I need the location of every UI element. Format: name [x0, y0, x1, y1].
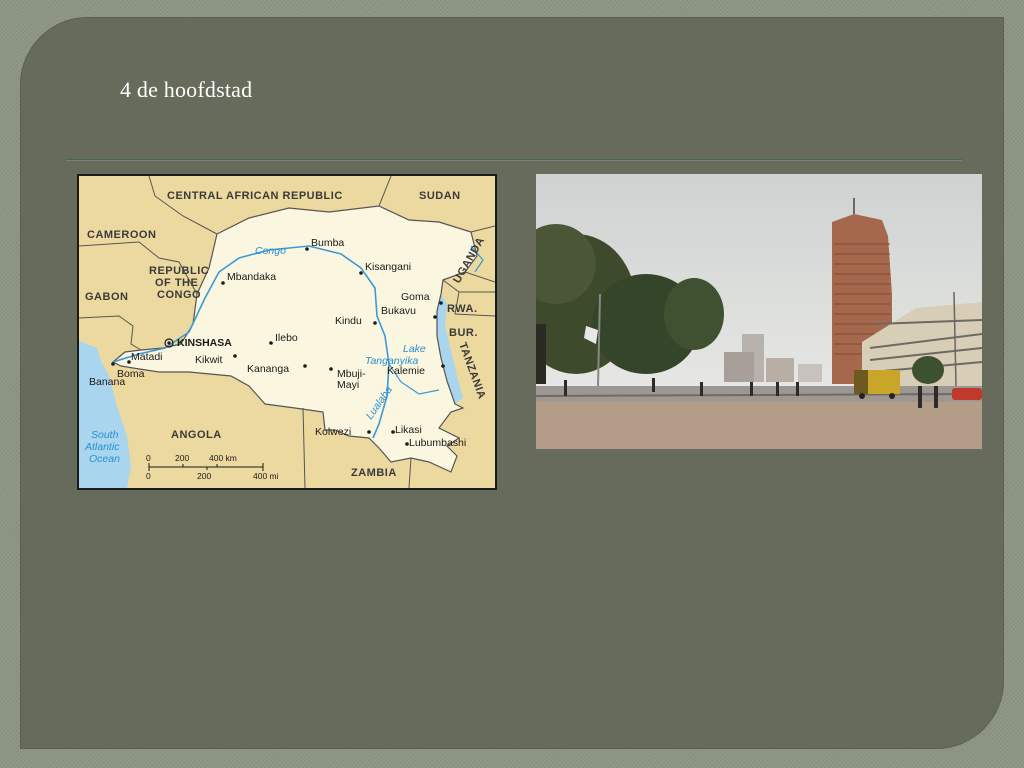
label-lake-1: Lake	[403, 343, 426, 355]
distant-building	[766, 358, 794, 382]
label-zambia: ZAMBIA	[351, 467, 397, 479]
label-lubumbashi: Lubumbashi	[409, 437, 466, 449]
pavement	[536, 402, 982, 449]
label-cameroon: CAMEROON	[87, 229, 156, 241]
scale-mi-200: 200	[197, 471, 211, 481]
kinshasa-street-photo	[536, 174, 982, 449]
label-mbujimayi-2: Mayi	[337, 379, 359, 391]
truck-cab	[854, 370, 868, 394]
truck-wheel	[859, 393, 865, 399]
scale-mi-400: 400 mi	[253, 471, 279, 481]
city-dot	[367, 430, 371, 434]
city-dot	[221, 281, 225, 285]
city-dot	[441, 364, 445, 368]
title-divider	[66, 159, 962, 160]
scale-mi-0: 0	[146, 471, 151, 481]
label-bukavu: Bukavu	[381, 305, 416, 317]
label-likasi: Likasi	[395, 424, 422, 436]
city-dot	[329, 367, 333, 371]
drc-map: CENTRAL AFRICAN REPUBLIC SUDAN CAMEROON …	[79, 176, 495, 488]
label-kindu: Kindu	[335, 315, 362, 327]
label-banana: Banana	[89, 376, 125, 388]
label-congo-river: Congo	[255, 245, 286, 257]
label-matadi: Matadi	[131, 351, 163, 363]
label-sudan: SUDAN	[419, 190, 461, 202]
label-car: CENTRAL AFRICAN REPUBLIC	[167, 190, 343, 202]
label-roc-1: REPUBLIC	[149, 265, 209, 277]
label-mbandaka: Mbandaka	[227, 271, 276, 283]
label-bumba: Bumba	[311, 237, 344, 249]
label-ocean-1: South	[91, 429, 119, 441]
city-dot	[439, 301, 443, 305]
distant-building	[724, 352, 754, 382]
label-kisangani: Kisangani	[365, 261, 411, 273]
slide-title: 4 de hoofdstad	[120, 77, 253, 102]
city-dot	[359, 271, 363, 275]
scale-km-200: 200	[175, 453, 189, 463]
label-kinshasa: KINSHASA	[177, 337, 232, 349]
label-roc-3: CONGO	[157, 289, 201, 301]
label-angola: ANGOLA	[171, 429, 222, 441]
street-photo	[536, 174, 982, 449]
city-dot	[433, 315, 437, 319]
city-dot	[373, 321, 377, 325]
tree	[912, 356, 944, 384]
label-roc-2: OF THE	[155, 277, 198, 289]
label-kananga: Kananga	[247, 363, 289, 375]
city-dot	[233, 354, 237, 358]
city-dot	[303, 364, 307, 368]
slide-panel: 4 de hoofdstad CENTRAL AFRICAN REPUBLIC …	[20, 17, 1004, 749]
label-ocean-2: Atlantic	[84, 441, 120, 453]
scale-km-400: 400 km	[209, 453, 237, 463]
label-kikwit: Kikwit	[195, 354, 223, 366]
label-kolwezi: Kolwezi	[315, 426, 351, 438]
label-goma: Goma	[401, 291, 430, 303]
drc-map-image: CENTRAL AFRICAN REPUBLIC SUDAN CAMEROON …	[77, 174, 497, 490]
scale-km-0: 0	[146, 453, 151, 463]
label-ocean-3: Ocean	[89, 453, 120, 465]
distant-building	[798, 364, 822, 382]
truck-wheel	[889, 393, 895, 399]
city-dot	[269, 341, 273, 345]
label-rwanda: RWA.	[447, 303, 478, 315]
label-burundi: BUR.	[449, 327, 478, 339]
city-dot	[111, 362, 115, 366]
tree-trunk	[536, 324, 546, 384]
red-car	[952, 388, 982, 400]
city-dot	[305, 247, 309, 251]
label-kalemie: Kalemie	[387, 365, 425, 377]
label-gabon: GABON	[85, 291, 128, 303]
label-ilebo: Ilebo	[275, 332, 298, 344]
tree	[664, 278, 724, 350]
